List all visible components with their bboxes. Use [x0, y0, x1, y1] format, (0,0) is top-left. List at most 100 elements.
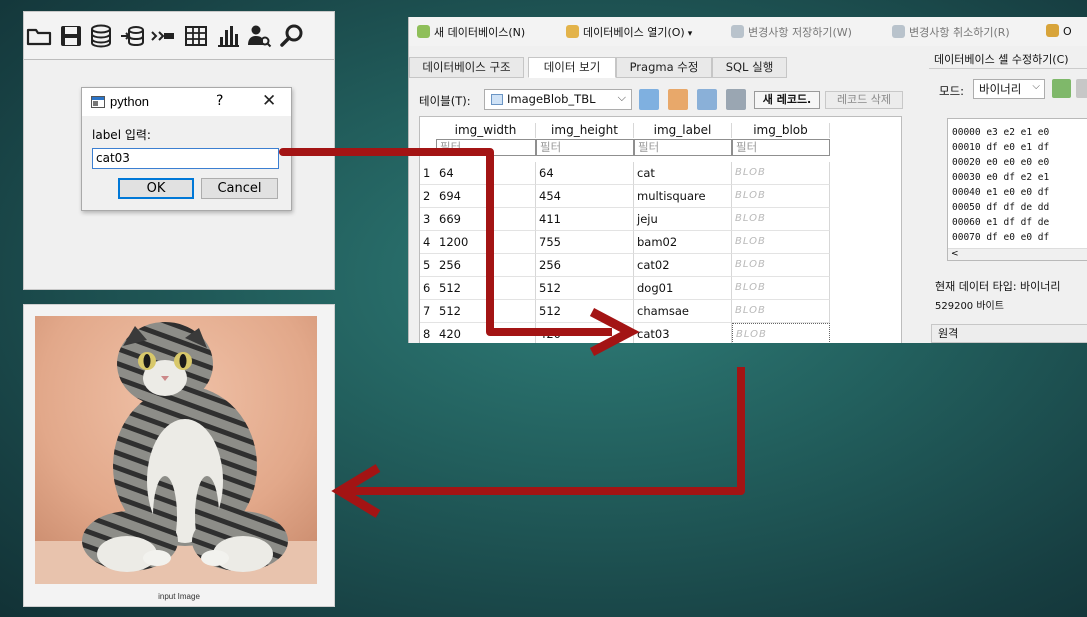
table-select-value: ImageBlob_TBL: [507, 92, 596, 106]
cell-img-height[interactable]: 256: [536, 254, 634, 277]
filter-input-img-width[interactable]: 필터: [436, 139, 536, 156]
cell-img-label[interactable]: cat02: [634, 254, 732, 277]
cell-img-blob[interactable]: BLOB: [732, 185, 830, 208]
cell-img-blob[interactable]: BLOB: [732, 231, 830, 254]
cell-img-height[interactable]: 454: [536, 185, 634, 208]
column-header-img-width[interactable]: img_width: [436, 123, 536, 138]
cell-img-blob[interactable]: BLOB: [732, 300, 830, 323]
tab-browse-data[interactable]: 데이터 보기: [528, 57, 616, 78]
mode-select[interactable]: 바이너리 ⌵: [973, 79, 1045, 99]
main-tabs: 데이터베이스 구조 데이터 보기 Pragma 수정 SQL 실행: [409, 57, 929, 78]
hex-line: 00000 e3 e2 e1 e0: [952, 127, 1050, 138]
tab-execute-sql[interactable]: SQL 실행: [712, 57, 787, 78]
table-select[interactable]: ImageBlob_TBL ⌵: [484, 89, 632, 110]
row-number[interactable]: 2: [420, 185, 436, 208]
tk-toolbar: [24, 12, 334, 60]
save-icon[interactable]: [58, 23, 84, 49]
cell-img-label[interactable]: chamsae: [634, 300, 732, 323]
new-database-button[interactable]: 새 데이터베이스(N): [417, 24, 525, 40]
cell-img-label[interactable]: bam02: [634, 231, 732, 254]
new-record-button[interactable]: 새 레코드.: [754, 91, 820, 109]
database-import-icon[interactable]: [119, 23, 145, 49]
dialog-title-bar: python ? ✕: [82, 88, 291, 116]
cancel-button[interactable]: Cancel: [201, 178, 278, 199]
cell-img-blob[interactable]: BLOB: [732, 208, 830, 231]
hex-line: 00030 e0 df e2 e1: [952, 172, 1050, 183]
cell-type-text: 현재 데이터 타입: 바이너리: [935, 280, 1061, 293]
cell-img-width[interactable]: 512: [436, 277, 536, 300]
write-changes-button[interactable]: 변경사항 저장하기(W): [731, 24, 852, 40]
row-number[interactable]: 4: [420, 231, 436, 254]
cell-img-width[interactable]: 669: [436, 208, 536, 231]
revert-changes-button[interactable]: 변경사항 취소하기(R): [892, 24, 1010, 40]
folder-icon[interactable]: [26, 23, 52, 49]
row-number[interactable]: 1: [420, 162, 436, 185]
ok-button[interactable]: OK: [118, 178, 194, 199]
row-number[interactable]: 8: [420, 323, 436, 343]
search-icon[interactable]: [279, 23, 305, 49]
cell-img-width[interactable]: 64: [436, 162, 536, 185]
cell-img-label[interactable]: dog01: [634, 277, 732, 300]
remote-pane-title: 원격: [931, 324, 1087, 343]
open-database-icon: [566, 25, 579, 38]
mode-label: 모드:: [939, 84, 965, 98]
database-icon[interactable]: [88, 23, 114, 49]
cell-img-width[interactable]: 1200: [436, 231, 536, 254]
open-database-button[interactable]: 데이터베이스 열기(O) ▾: [566, 24, 692, 40]
filter-input-img-blob[interactable]: 필터: [732, 139, 830, 156]
cell-img-blob[interactable]: BLOB: [732, 162, 830, 185]
cell-img-height[interactable]: 512: [536, 277, 634, 300]
cell-img-blob[interactable]: BLOB: [732, 323, 830, 343]
hex-line: 00070 df e0 e0 df: [952, 232, 1050, 243]
row-number[interactable]: 3: [420, 208, 436, 231]
export-cell-icon[interactable]: [1076, 79, 1087, 98]
hex-editor[interactable]: 00000 e3 e2 e1 e0 00010 df e0 e1 df 00020 …: [947, 118, 1087, 261]
column-header-img-blob[interactable]: img_blob: [732, 123, 830, 138]
toolbar-extra-label: O: [1063, 25, 1072, 38]
tab-db-structure[interactable]: 데이터베이스 구조: [409, 57, 524, 78]
hex-line: 00010 df e0 e1 df: [952, 142, 1050, 153]
filter-input-img-height[interactable]: 필터: [536, 139, 634, 156]
grid-icon[interactable]: [183, 23, 209, 49]
import-cell-icon[interactable]: [1052, 79, 1071, 98]
label-input-field[interactable]: cat03: [92, 148, 279, 169]
cell-img-width[interactable]: 420: [436, 323, 536, 343]
cell-img-height[interactable]: 420: [536, 323, 634, 343]
db-toolbar: 새 데이터베이스(N) 데이터베이스 열기(O) ▾ 변경사항 저장하기(W) 변…: [409, 17, 1087, 46]
filter-input-img-label[interactable]: 필터: [634, 139, 732, 156]
cell-img-blob[interactable]: BLOB: [732, 277, 830, 300]
cell-img-width[interactable]: 694: [436, 185, 536, 208]
cell-img-label[interactable]: cat03: [634, 323, 732, 343]
cell-img-label[interactable]: cat: [634, 162, 732, 185]
cell-img-label[interactable]: multisquare: [634, 185, 732, 208]
tab-edit-pragmas[interactable]: Pragma 수정: [616, 57, 712, 78]
row-number[interactable]: 7: [420, 300, 436, 323]
cat-photo: [35, 316, 317, 584]
column-header-img-label[interactable]: img_label: [634, 123, 732, 138]
cell-img-width[interactable]: 512: [436, 300, 536, 323]
print-icon[interactable]: [726, 89, 746, 110]
column-header-img-height[interactable]: img_height: [536, 123, 634, 138]
cell-img-height[interactable]: 411: [536, 208, 634, 231]
row-number[interactable]: 5: [420, 254, 436, 277]
clear-filter-icon[interactable]: [668, 89, 688, 110]
dropdown-arrow-icon[interactable]: ▾: [688, 29, 693, 39]
cell-img-blob[interactable]: BLOB: [732, 254, 830, 277]
user-search-icon[interactable]: [246, 23, 272, 49]
arrow-right-icon[interactable]: [150, 23, 176, 49]
cell-img-height[interactable]: 64: [536, 162, 634, 185]
cell-img-label[interactable]: jeju: [634, 208, 732, 231]
cell-img-height[interactable]: 512: [536, 300, 634, 323]
hex-scrollbar[interactable]: <: [948, 248, 1087, 260]
save-table-icon[interactable]: [697, 89, 717, 110]
row-number[interactable]: 6: [420, 277, 436, 300]
help-button[interactable]: ?: [216, 93, 223, 109]
scroll-left-icon[interactable]: <: [951, 249, 959, 259]
delete-record-button[interactable]: 레코드 삭제: [825, 91, 903, 109]
cell-img-height[interactable]: 755: [536, 231, 634, 254]
close-icon[interactable]: ✕: [262, 91, 276, 111]
cell-img-width[interactable]: 256: [436, 254, 536, 277]
bar-chart-icon[interactable]: [215, 23, 241, 49]
toolbar-extra-button[interactable]: O: [1046, 24, 1072, 38]
refresh-icon[interactable]: [639, 89, 659, 110]
